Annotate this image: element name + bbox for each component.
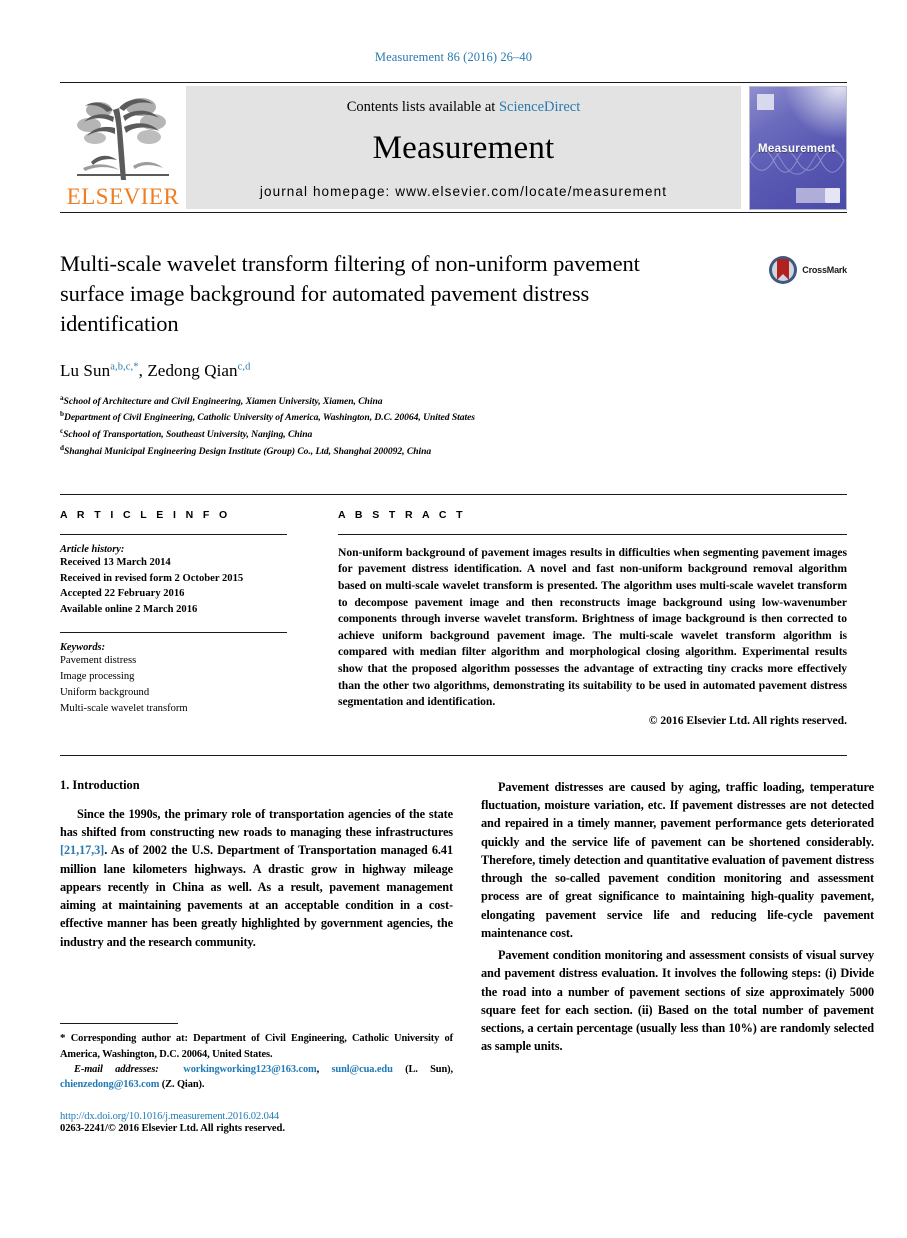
running-head: Measurement 86 (2016) 26–40: [374, 50, 533, 64]
author-name-2: Zedong Qian: [147, 360, 238, 380]
crossmark-badge[interactable]: CrossMark: [768, 255, 847, 285]
sciencedirect-link[interactable]: ScienceDirect: [499, 99, 580, 115]
abstract-copyright: © 2016 Elsevier Ltd. All rights reserved…: [648, 713, 847, 727]
article-info-column: A R T I C L E I N F O Article history: R…: [60, 509, 305, 727]
journal-cover-wrap: Measurement: [741, 83, 847, 212]
email-owner-1: (L. Sun),: [392, 1064, 454, 1076]
email-link-1[interactable]: workingworking123@163.com: [183, 1064, 316, 1075]
author-affil-marker-2: c,d: [237, 361, 251, 373]
paragraph-part-b: . As of 2002 the U.S. Department of Tran…: [60, 843, 453, 949]
journal-homepage[interactable]: journal homepage: www.elsevier.com/locat…: [260, 184, 667, 199]
paper-page: Measurement 86 (2016) 26–40 ELSEVIER Con…: [0, 0, 907, 1238]
citation-ref[interactable]: [21,17,3]: [60, 843, 104, 857]
cover-journal-title: Measurement: [758, 142, 836, 155]
section-heading-introduction: 1. Introduction: [60, 777, 140, 792]
affiliation-text: School of Transportation, Southeast Univ…: [63, 429, 313, 441]
affiliation-text: School of Architecture and Civil Enginee…: [63, 395, 383, 407]
article-history-block: Article history: Received 13 March 2014 …: [60, 535, 287, 619]
footnote-region: * Corresponding author at: Department of…: [60, 1023, 453, 1134]
email-separator: ,: [316, 1064, 332, 1076]
body-column-left: 1. Introduction Since the 1990s, the pri…: [60, 778, 453, 1060]
abstract-heading: A B S T R A C T: [338, 508, 466, 521]
paragraph: Since the 1990s, the primary role of tra…: [60, 805, 453, 951]
keywords-block: Keywords: Pavement distress Image proces…: [60, 632, 287, 717]
keyword-item: Image processing: [60, 671, 135, 683]
email-note: E-mail addresses: workingworking123@163.…: [60, 1062, 453, 1092]
affiliation-list: aSchool of Architecture and Civil Engine…: [60, 393, 847, 460]
author-list: Lu Suna,b,c,*, Zedong Qianc,d: [60, 360, 251, 380]
keywords-label: Keywords:: [60, 642, 106, 654]
affiliation-item: dShanghai Municipal Engineering Design I…: [60, 443, 847, 460]
keyword-item: Pavement distress: [60, 655, 137, 667]
author-affil-marker-1: a,b,c,*: [110, 361, 139, 373]
keyword-item: Multi-scale wavelet transform: [60, 702, 188, 714]
affiliation-item: aSchool of Architecture and Civil Engine…: [60, 393, 847, 410]
email-link-3[interactable]: chienzedong@163.com: [60, 1079, 159, 1090]
page-title: Multi-scale wavelet transform filtering …: [60, 251, 640, 336]
article-info-heading: A R T I C L E I N F O: [60, 508, 231, 521]
affiliation-text: Department of Civil Engineering, Catholi…: [63, 412, 475, 424]
crossmark-icon: [769, 256, 798, 284]
keyword-item: Uniform background: [60, 686, 150, 698]
footnote-divider: [60, 1023, 178, 1024]
corresponding-author-note: * Corresponding author at: Department of…: [60, 1031, 453, 1062]
abstract-text: Non-uniform background of pavement image…: [338, 545, 847, 709]
elsevier-tree-icon: [69, 92, 177, 185]
email-label: E-mail addresses:: [74, 1064, 159, 1076]
issn-copyright-line: 0263-2241/© 2016 Elsevier Ltd. All right…: [60, 1123, 285, 1135]
abstract-column: A B S T R A C T Non-uniform background o…: [305, 509, 847, 727]
cover-elsevier-badge-icon: [757, 93, 774, 110]
history-line: Received in revised form 2 October 2015: [60, 572, 244, 584]
body-divider: [60, 754, 847, 756]
elsevier-logo: ELSEVIER: [60, 83, 186, 212]
journal-title: Measurement: [372, 130, 555, 166]
body-column-right: Pavement distresses are caused by aging,…: [481, 778, 874, 1060]
contents-prefix: Contents lists available at: [346, 99, 499, 115]
paragraph: Pavement condition monitoring and assess…: [481, 948, 874, 1054]
history-line: Received 13 March 2014: [60, 556, 171, 568]
journal-band: Contents lists available at ScienceDirec…: [186, 86, 741, 209]
affiliation-item: bDepartment of Civil Engineering, Cathol…: [60, 409, 847, 426]
journal-masthead: ELSEVIER Contents lists available at Sci…: [60, 82, 847, 213]
crossmark-label: CrossMark: [802, 265, 847, 275]
cover-footer-seal-icon: [825, 187, 840, 203]
article-history-label: Article history:: [60, 543, 125, 555]
doi-block: http://dx.doi.org/10.1016/j.measurement.…: [60, 1111, 453, 1134]
journal-cover-image: Measurement: [749, 85, 847, 210]
doi-link[interactable]: http://dx.doi.org/10.1016/j.measurement.…: [60, 1111, 453, 1122]
email-link-2[interactable]: sunl@cua.edu: [331, 1064, 392, 1075]
corresponding-author-text: Corresponding author at: Department of C…: [60, 1033, 453, 1060]
body-columns: 1. Introduction Since the 1990s, the pri…: [60, 778, 874, 1060]
title-block: CrossMark Multi-scale wavelet transform …: [60, 249, 847, 460]
info-abstract-region: A R T I C L E I N F O Article history: R…: [60, 493, 847, 727]
affiliation-item: cSchool of Transportation, Southeast Uni…: [60, 426, 847, 443]
paragraph: Pavement distresses are caused by aging,…: [481, 779, 874, 940]
history-line: Available online 2 March 2016: [60, 604, 198, 616]
history-line: Accepted 22 February 2016: [60, 588, 185, 600]
author-name-1: Lu Sun: [60, 360, 111, 380]
affiliation-text: Shanghai Municipal Engineering Design In…: [63, 446, 432, 458]
elsevier-wordmark: ELSEVIER: [66, 184, 180, 209]
contents-list-line: Contents lists available at ScienceDirec…: [347, 99, 581, 116]
paragraph-part-a: Since the 1990s, the primary role of tra…: [60, 806, 453, 840]
cover-waveform-icon: [750, 146, 845, 175]
email-owner-2: (Z. Qian).: [159, 1079, 205, 1091]
